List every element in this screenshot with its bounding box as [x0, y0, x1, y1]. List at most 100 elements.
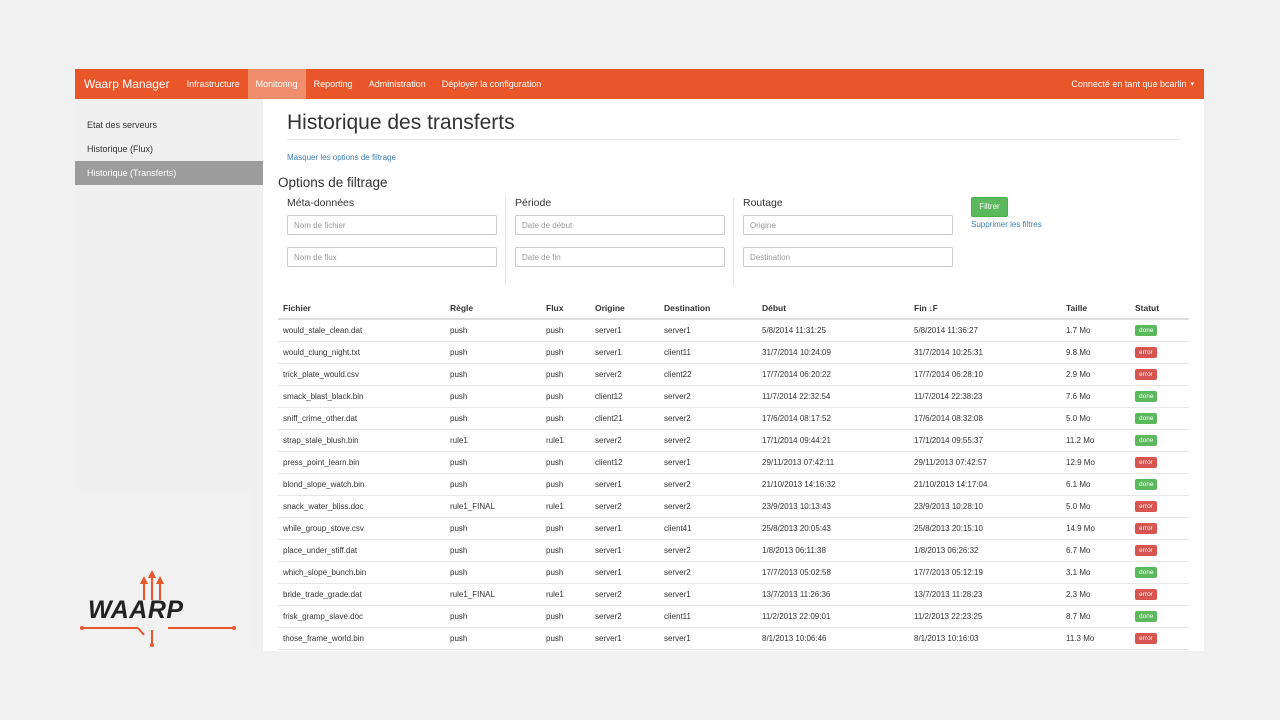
logo-wordmark: WAARP: [88, 596, 184, 624]
cell-size: 8.7 Mo: [1061, 605, 1130, 628]
cell-size: 2.9 Mo: [1061, 363, 1130, 386]
cell-destination: client22: [659, 363, 757, 386]
cell-rule: push: [445, 517, 541, 540]
main-content: Historique des transferts Masquer les op…: [263, 99, 1204, 651]
cell-status: done: [1130, 429, 1189, 452]
table-row[interactable]: frisk_gramp_slave.doc push push server2 clie…: [278, 605, 1189, 628]
table-row[interactable]: while_group_stove.csv push push server1 clie…: [278, 517, 1189, 540]
destination-input[interactable]: [743, 247, 953, 267]
flow-name-input[interactable]: [287, 247, 497, 267]
nav-deploy-config[interactable]: Déployer la configuration: [434, 69, 550, 99]
column-header-file[interactable]: Fichier: [278, 297, 445, 320]
cell-rule: push: [445, 605, 541, 628]
column-header-status[interactable]: Statut: [1130, 297, 1189, 320]
cell-end: 11/2/2013 22:23:25: [909, 605, 1061, 628]
table-row[interactable]: would_clung_night.txt push push server1 clie…: [278, 341, 1189, 364]
hide-filters-link[interactable]: Masquer les options de filtrage: [287, 153, 396, 162]
table-row[interactable]: sniff_crime_other.dat push push client21 ser…: [278, 407, 1189, 430]
cell-origin: server2: [590, 605, 659, 628]
table-row[interactable]: place_under_stiff.dat push push server1 serv…: [278, 539, 1189, 562]
sidebar-item-server-status[interactable]: Etat des serveurs: [75, 113, 263, 137]
filter-divider: [505, 197, 506, 285]
brand-link[interactable]: Waarp Manager: [75, 77, 179, 91]
table-row[interactable]: which_slope_bunch.bin push push server1 serv…: [278, 561, 1189, 584]
cell-end: 5/8/2014 11:36:27: [909, 319, 1061, 342]
filename-input[interactable]: [287, 215, 497, 235]
origin-input[interactable]: [743, 215, 953, 235]
cell-destination: server1: [659, 319, 757, 342]
column-header-flow[interactable]: Flux: [541, 297, 590, 320]
column-header-origin[interactable]: Origine: [590, 297, 659, 320]
cell-flow: push: [541, 319, 590, 342]
page-title: Historique des transferts: [287, 111, 515, 134]
table-row[interactable]: press_point_learn.bin push push client12 ser…: [278, 451, 1189, 474]
cell-size: 11.3 Mo: [1061, 627, 1130, 650]
cell-origin: server1: [590, 517, 659, 540]
cell-origin: server1: [590, 341, 659, 364]
column-header-rule[interactable]: Règle: [445, 297, 541, 320]
status-badge: error: [1135, 522, 1157, 534]
table-row[interactable]: smack_blast_black.bin push push client12 ser…: [278, 385, 1189, 408]
cell-file: sniff_crime_other.dat: [278, 407, 445, 430]
cell-file: trick_plate_would.csv: [278, 363, 445, 386]
status-badge: error: [1135, 544, 1157, 556]
cell-status: done: [1130, 407, 1189, 430]
sidebar-item-transfer-history[interactable]: Historique (Transferts): [75, 161, 263, 185]
cell-size: 1.7 Mo: [1061, 319, 1130, 342]
cell-end: 29/11/2013 07:42:57: [909, 451, 1061, 474]
table-row[interactable]: those_frame_world.bin push push server1 serv…: [278, 627, 1189, 650]
cell-size: 2.3 Mo: [1061, 583, 1130, 606]
cell-file: bride_trade_grade.dat: [278, 583, 445, 606]
table-row[interactable]: blond_slope_watch.bin push push server1 serv…: [278, 473, 1189, 496]
filter-button[interactable]: Filtrer: [971, 197, 1008, 217]
cell-size: 6.7 Mo: [1061, 539, 1130, 562]
cell-origin: server1: [590, 473, 659, 496]
table-row[interactable]: bride_trade_grade.dat rule1_FINAL rule1 ser…: [278, 583, 1189, 606]
cell-start: 17/6/2014 08:17:52: [757, 407, 909, 430]
cell-end: 17/1/2014 09:55:37: [909, 429, 1061, 452]
status-badge: error: [1135, 346, 1157, 358]
cell-rule: push: [445, 385, 541, 408]
column-header-end[interactable]: Fin ↓F: [909, 297, 1061, 320]
cell-destination: server2: [659, 407, 757, 430]
column-header-start[interactable]: Début: [757, 297, 909, 320]
cell-rule: rule1_FINAL: [445, 583, 541, 606]
table-row[interactable]: trick_plate_would.csv push push server2 clie…: [278, 363, 1189, 386]
status-badge: done: [1135, 324, 1158, 336]
user-menu-label: Connecté en tant que bcarlin: [1071, 79, 1187, 89]
column-header-destination[interactable]: Destination: [659, 297, 757, 320]
cell-file: would_clung_night.txt: [278, 341, 445, 364]
cell-origin: server1: [590, 561, 659, 584]
status-badge: error: [1135, 588, 1157, 600]
cell-flow: push: [541, 561, 590, 584]
cell-start: 17/7/2014 06:20:22: [757, 363, 909, 386]
cell-status: error: [1130, 627, 1189, 650]
filter-divider: [733, 197, 734, 285]
period-label: Période: [515, 197, 552, 209]
cell-origin: server2: [590, 583, 659, 606]
end-date-input[interactable]: [515, 247, 725, 267]
cell-destination: server2: [659, 473, 757, 496]
table-row[interactable]: snack_water_bliss.doc rule1_FINAL rule1 ser…: [278, 495, 1189, 518]
cell-origin: client12: [590, 385, 659, 408]
cell-end: 25/8/2013 20:15:10: [909, 517, 1061, 540]
nav-infrastructure[interactable]: Infrastructure: [179, 69, 248, 99]
user-menu[interactable]: Connecté en tant que bcarlin ▾: [1071, 79, 1204, 89]
table-row[interactable]: strap_stale_blush.bin rule1 rule1 server2 se…: [278, 429, 1189, 452]
cell-start: 31/7/2014 10:24:09: [757, 341, 909, 364]
column-header-end-label: Fin: [914, 302, 927, 313]
nav-monitoring[interactable]: Monitoring: [247, 69, 306, 99]
cell-rule: push: [445, 627, 541, 650]
sidebar-item-flow-history[interactable]: Historique (Flux): [75, 137, 263, 161]
cell-origin: server2: [590, 495, 659, 518]
filter-group-routing: Routage: [743, 197, 955, 279]
cell-flow: rule1: [541, 429, 590, 452]
start-date-input[interactable]: [515, 215, 725, 235]
column-header-size[interactable]: Taille: [1061, 297, 1130, 320]
clear-filters-link[interactable]: Supprimer les filtres: [971, 220, 1042, 229]
cell-rule: push: [445, 319, 541, 342]
table-row[interactable]: would_stale_clean.dat push push server1 serv…: [278, 319, 1189, 342]
nav-reporting[interactable]: Reporting: [306, 69, 361, 99]
nav-administration[interactable]: Administration: [361, 69, 434, 99]
cell-origin: server2: [590, 363, 659, 386]
